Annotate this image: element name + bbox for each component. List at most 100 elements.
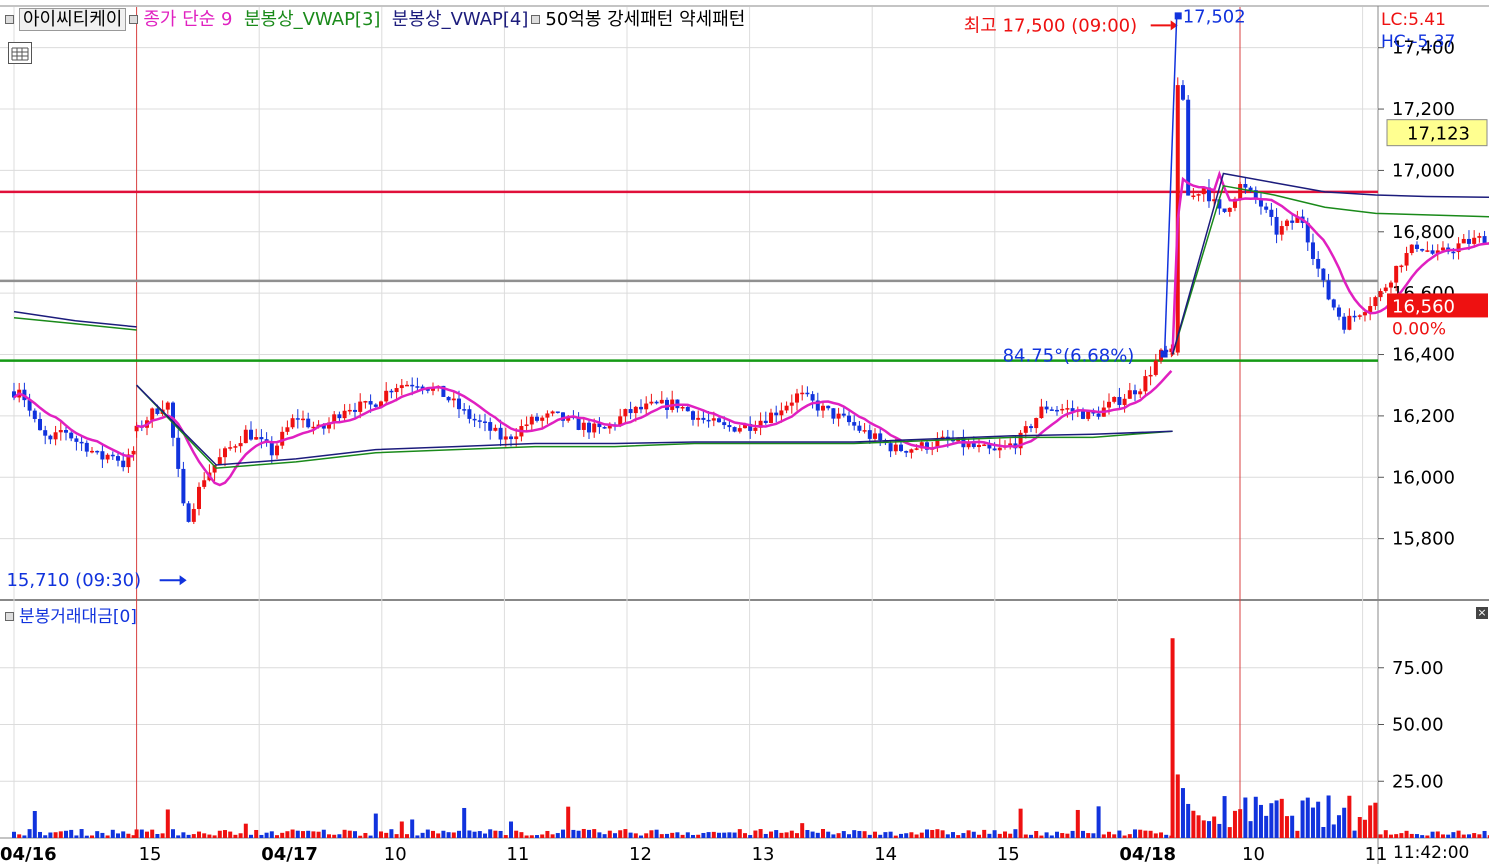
close-icon[interactable]: × bbox=[1476, 607, 1488, 619]
candle-up bbox=[1394, 265, 1399, 283]
stock-name[interactable]: 아이씨티케이 bbox=[19, 8, 127, 31]
table-grid-icon[interactable] bbox=[8, 42, 32, 64]
candle-down bbox=[84, 442, 89, 452]
candle-down bbox=[1342, 316, 1347, 330]
volume-bar bbox=[74, 835, 79, 838]
candle-up bbox=[649, 401, 654, 404]
stock-chart-window: { "header": { "stock_name": "아이씨티케이", "i… bbox=[0, 0, 1489, 864]
chart-canvas[interactable]: 15,80016,00016,20016,40016,60016,80017,0… bbox=[0, 0, 1489, 864]
candle-up bbox=[290, 418, 295, 428]
volume-bar bbox=[316, 831, 321, 838]
candle-down bbox=[472, 418, 477, 421]
candle-down bbox=[1029, 426, 1033, 429]
volume-bar bbox=[1477, 834, 1482, 838]
volume-bar bbox=[1378, 834, 1383, 838]
volume-bar bbox=[795, 833, 799, 838]
volume-bar bbox=[597, 832, 602, 838]
volume-bar bbox=[821, 829, 825, 838]
candle-down bbox=[1310, 242, 1315, 259]
volume-bar bbox=[1148, 830, 1153, 838]
volume-bar bbox=[722, 832, 727, 838]
volume-bar bbox=[1472, 833, 1477, 838]
volume-bar bbox=[134, 829, 139, 838]
candle-up bbox=[1060, 408, 1065, 411]
indicator-vwap4[interactable]: 분봉상_VWAP[4] bbox=[392, 9, 528, 30]
volume-bar bbox=[914, 834, 919, 838]
volume-bar bbox=[332, 834, 337, 838]
volume-bar bbox=[680, 834, 685, 838]
candle-up bbox=[217, 457, 222, 466]
volume-bar bbox=[1049, 835, 1054, 838]
candle-up bbox=[53, 432, 58, 440]
candle-up bbox=[514, 436, 519, 440]
volume-bar bbox=[1430, 831, 1435, 838]
volume-bar bbox=[249, 834, 253, 838]
stock-settings-icon[interactable] bbox=[5, 14, 14, 24]
volume-bar bbox=[930, 829, 935, 838]
volume-tick-label: 75.00 bbox=[1392, 658, 1444, 679]
indicator-settings-icon[interactable] bbox=[129, 14, 139, 24]
candle-down bbox=[904, 450, 909, 453]
volume-bar bbox=[587, 829, 591, 838]
volume-bar bbox=[441, 830, 446, 838]
candle-up bbox=[977, 444, 981, 448]
volume-tick-label: 25.00 bbox=[1392, 771, 1444, 792]
candle-down bbox=[1316, 258, 1321, 269]
candle-up bbox=[1279, 226, 1284, 235]
volume-bar bbox=[618, 830, 623, 838]
volume-bar bbox=[1269, 803, 1274, 838]
indicator-pattern[interactable]: 50억봉 강세패턴 약세패턴 bbox=[545, 9, 745, 30]
volume-bar bbox=[545, 830, 550, 838]
candle-down bbox=[477, 420, 482, 422]
volume-bar bbox=[701, 832, 706, 838]
volume-bar bbox=[1217, 823, 1222, 838]
time-readout: 11:42:00 bbox=[1393, 843, 1470, 863]
candle-up bbox=[789, 402, 794, 406]
volume-bar bbox=[753, 830, 758, 838]
last-price-label: 16,560 bbox=[1392, 296, 1455, 317]
volume-bar bbox=[410, 819, 415, 838]
volume-bar bbox=[150, 829, 155, 838]
candle-up bbox=[275, 445, 279, 456]
volume-bar bbox=[27, 829, 32, 838]
candle-up bbox=[233, 446, 238, 448]
volume-bar bbox=[17, 834, 22, 838]
volume-bar bbox=[1331, 824, 1336, 838]
volume-bar bbox=[550, 834, 555, 838]
candle-up bbox=[1191, 195, 1196, 198]
volume-settings-icon[interactable] bbox=[5, 611, 14, 621]
candle-up bbox=[966, 443, 971, 448]
volume-bar bbox=[1212, 816, 1217, 838]
volume-bar bbox=[290, 829, 295, 838]
candle-up bbox=[191, 508, 196, 522]
candle-down bbox=[74, 438, 79, 442]
candle-up bbox=[1388, 282, 1393, 288]
candle-down bbox=[353, 409, 357, 412]
volume-bar bbox=[909, 832, 914, 838]
volume-bar bbox=[1018, 808, 1023, 838]
indicator-sma9[interactable]: 종가 단순 9 bbox=[143, 9, 232, 30]
volume-bar bbox=[670, 832, 675, 838]
volume-panel-title[interactable]: 분봉거래대금[0] bbox=[19, 607, 137, 627]
candle-up bbox=[784, 405, 789, 411]
candle-up bbox=[800, 392, 805, 395]
candle-down bbox=[95, 450, 100, 453]
current-price-label: 17,123 bbox=[1407, 124, 1470, 145]
volume-bar bbox=[1290, 815, 1295, 838]
background bbox=[0, 0, 1489, 864]
volume-bar bbox=[535, 835, 539, 838]
volume-bar bbox=[696, 834, 701, 838]
volume-bar bbox=[737, 829, 742, 838]
candle-up bbox=[405, 384, 409, 387]
candle-up bbox=[1472, 237, 1477, 244]
candle-down bbox=[1180, 85, 1185, 100]
indicator-vwap3[interactable]: 분봉상_VWAP[3] bbox=[244, 9, 380, 30]
pattern-settings-icon[interactable] bbox=[531, 14, 541, 24]
volume-bar bbox=[956, 835, 961, 838]
candle-down bbox=[1420, 248, 1425, 251]
candle-up bbox=[524, 424, 529, 427]
candle-up bbox=[1362, 312, 1367, 316]
volume-bar bbox=[727, 832, 732, 838]
volume-bar bbox=[384, 832, 389, 838]
candle-up bbox=[131, 450, 136, 455]
